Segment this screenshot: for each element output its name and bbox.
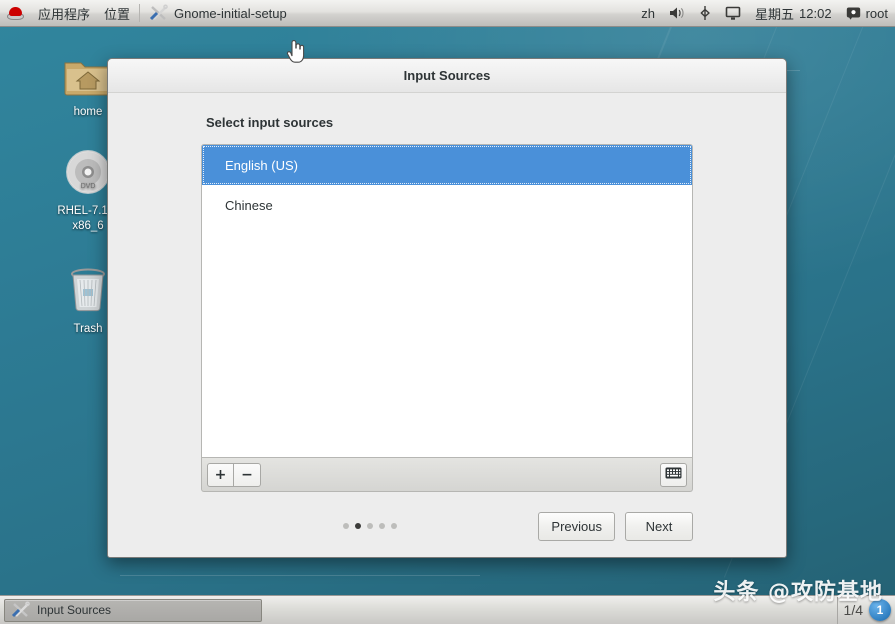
input-sources-dialog: Input Sources Select input sources Engli… (107, 58, 787, 558)
panel-status-area: zh 星期五 12:02 root (634, 0, 895, 27)
window-menu-label: Gnome-initial-setup (174, 5, 287, 21)
window-menu-button[interactable]: Gnome-initial-setup (142, 0, 294, 27)
places-menu[interactable]: 位置 (97, 0, 137, 27)
tools-icon (149, 4, 169, 22)
next-button[interactable]: Next (624, 511, 693, 541)
volume-button[interactable] (662, 0, 692, 27)
wizard-buttons: Previous Next (538, 511, 693, 541)
display-button[interactable] (718, 0, 748, 27)
tools-icon (11, 601, 31, 619)
list-item-label: Chinese (225, 197, 273, 213)
list-item[interactable]: Chinese (202, 185, 692, 225)
applications-menu[interactable]: 应用程序 (31, 0, 97, 27)
keyboard-icon (665, 467, 682, 483)
list-item[interactable]: English (US) (202, 145, 692, 185)
keyboard-layout-button[interactable] (660, 462, 687, 487)
pagination-dot (390, 523, 397, 529)
remove-input-source-button[interactable]: − (234, 462, 261, 487)
taskbar-window-label: Input Sources (37, 603, 112, 617)
applications-menu-label: 应用程序 (38, 7, 91, 23)
clock-day: 星期五 (755, 7, 795, 23)
watermark-text: 头条 @攻防基地 (713, 580, 883, 605)
clock[interactable]: 星期五 12:02 (748, 0, 839, 27)
places-menu-label: 位置 (104, 7, 131, 23)
pagination-dots (342, 523, 397, 529)
user-menu[interactable]: root (839, 0, 895, 27)
add-input-source-button[interactable]: + (207, 462, 234, 487)
pagination-dot (342, 523, 349, 529)
input-method-indicator[interactable]: zh (634, 0, 662, 27)
input-sources-list[interactable]: English (US) Chinese (201, 144, 693, 458)
bluetooth-button[interactable] (692, 0, 718, 27)
redhat-logo-icon (7, 5, 24, 22)
dialog-body: Select input sources English (US) Chines… (108, 93, 786, 557)
section-heading: Select input sources (206, 115, 334, 130)
user-icon (846, 6, 861, 20)
previous-button[interactable]: Previous (538, 511, 615, 541)
mouse-cursor-hand-icon (285, 36, 307, 69)
redhat-menu-button[interactable] (0, 0, 31, 27)
pagination-dot (378, 523, 385, 529)
svg-text:DVD: DVD (81, 183, 96, 190)
desktop-screen: 应用程序 位置 Gnome-initial-setup zh 星期五 12:02… (0, 0, 895, 624)
list-item-label: English (US) (225, 157, 298, 173)
user-name-label: root (865, 5, 888, 21)
window-title: Input Sources (403, 68, 491, 83)
pagination-dot (354, 523, 361, 529)
bluetooth-icon (699, 5, 711, 21)
panel-divider (139, 4, 141, 22)
input-method-label: zh (641, 5, 656, 21)
clock-time: 12:02 (799, 5, 832, 21)
speaker-icon (669, 6, 685, 20)
taskbar-window-button[interactable]: Input Sources (4, 598, 262, 622)
pagination-dot (366, 523, 373, 529)
dialog-titlebar[interactable]: Input Sources (108, 59, 786, 93)
top-panel: 应用程序 位置 Gnome-initial-setup zh 星期五 12:02… (0, 0, 895, 27)
display-icon (725, 6, 741, 21)
list-toolbar: + − (201, 458, 693, 492)
dialog-footer: Previous Next (201, 493, 693, 557)
